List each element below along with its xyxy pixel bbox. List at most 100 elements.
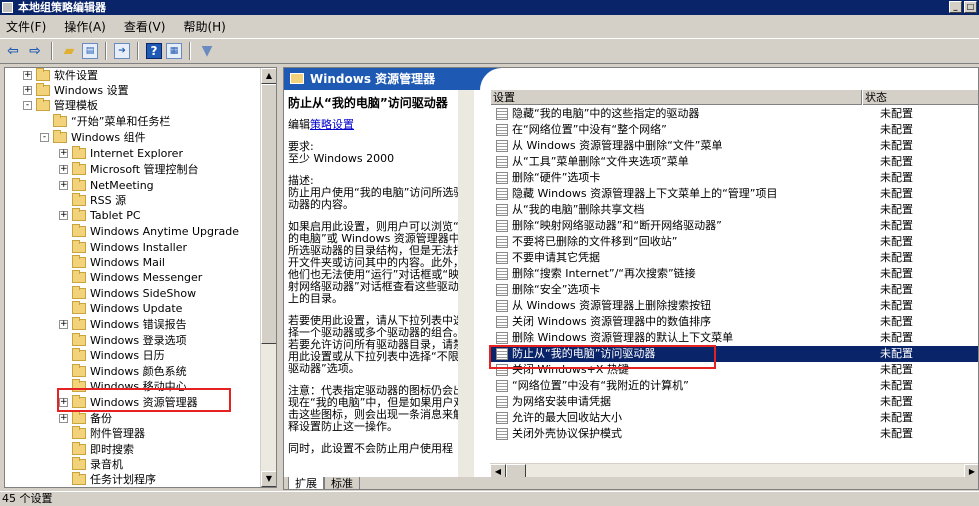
list-item[interactable]: 在“网络位置”中没有“整个网络” 未配置	[490, 122, 978, 138]
list-item[interactable]: 从 Windows 资源管理器上删除搜索按钮 未配置	[490, 298, 978, 314]
show-hide-tree-icon[interactable]: ▤	[82, 43, 98, 59]
tree-item[interactable]: Windows SideShow	[59, 286, 196, 301]
details-title: Windows 资源管理器	[310, 72, 436, 86]
folder-icon	[72, 208, 86, 221]
policy-icon	[496, 140, 508, 152]
filter-icon[interactable]: ▼	[198, 42, 216, 60]
list-item[interactable]: 删除“映射网络驱动器”和“断开网络驱动器” 未配置	[490, 218, 978, 234]
column-state[interactable]: 状态	[862, 90, 978, 105]
help-icon[interactable]: ?	[146, 43, 162, 59]
maximize-button[interactable]: □	[964, 1, 977, 13]
list-item[interactable]: 删除“硬件”选项卡 未配置	[490, 170, 978, 186]
scroll-up-icon[interactable]: ▲	[261, 68, 276, 84]
list-item[interactable]: 不要将已删除的文件移到“回收站” 未配置	[490, 234, 978, 250]
navigation-tree[interactable]: + 软件设置 + Windows 设置 - 管理模板 “开始”菜单和任务栏 - Wind…	[4, 67, 277, 488]
up-folder-icon[interactable]: ▰	[60, 42, 78, 60]
tree-item[interactable]: + 备份	[59, 411, 112, 426]
tree-item[interactable]: + 软件设置	[23, 68, 98, 83]
folder-icon	[72, 240, 86, 253]
tab-extended[interactable]: 扩展	[288, 477, 324, 489]
policy-icon	[496, 268, 508, 280]
column-setting[interactable]: 设置	[490, 90, 862, 105]
back-icon[interactable]: ⇦	[4, 42, 22, 60]
policy-icon	[496, 428, 508, 440]
tree-item[interactable]: Windows 颜色系统	[59, 364, 187, 379]
list-item[interactable]: 从“我的电脑”删除共享文档 未配置	[490, 202, 978, 218]
scroll-thumb[interactable]	[261, 84, 276, 344]
folder-icon	[72, 472, 86, 485]
collapse-icon[interactable]: -	[40, 133, 49, 142]
menu-view[interactable]: 查看(V)	[124, 18, 166, 35]
toolbar: ⇦ ⇨ ▰ ▤ ➔ ? ▦ ▼	[0, 38, 979, 64]
collapse-icon[interactable]: -	[23, 101, 32, 110]
tree-item[interactable]: + Microsoft 管理控制台	[59, 162, 199, 177]
policy-icon	[496, 156, 508, 168]
list-item[interactable]: 为网络安装申请凭据 未配置	[490, 394, 978, 410]
expand-icon[interactable]: +	[59, 149, 68, 158]
minimize-button[interactable]: _	[949, 1, 962, 13]
expand-icon[interactable]: +	[59, 165, 68, 174]
tree-item[interactable]: + Windows 错误报告	[59, 317, 187, 332]
requirements: 要求: 至少 Windows 2000	[288, 140, 395, 165]
menu-help[interactable]: 帮助(H)	[183, 18, 225, 35]
tree-item[interactable]: Windows 登录选项	[59, 333, 187, 348]
list-item[interactable]: “网络位置”中没有“我附近的计算机” 未配置	[490, 378, 978, 394]
list-item[interactable]: 删除“搜索 Internet”/“再次搜索”链接 未配置	[490, 266, 978, 282]
tree-item[interactable]: + Tablet PC	[59, 208, 141, 223]
tree-item[interactable]: 录音机	[59, 457, 123, 472]
description-scrollbar[interactable]	[458, 90, 474, 478]
view-tabs: 扩展 标准	[284, 477, 978, 489]
scroll-down-icon[interactable]: ▼	[261, 471, 276, 487]
edit-policy-link[interactable]: 策略设置	[310, 118, 354, 131]
tree-item[interactable]: + Windows 设置	[23, 83, 129, 98]
expand-icon[interactable]: +	[59, 414, 68, 423]
settings-list: 设置 状态 隐藏“我的电脑”中的这些指定的驱动器 未配置 在“网络位置”中没有“整…	[490, 90, 978, 463]
tree-item[interactable]: + Internet Explorer	[59, 146, 183, 161]
list-item[interactable]: 删除“安全”选项卡 未配置	[490, 282, 978, 298]
toolbar-separator	[189, 42, 191, 60]
policy-icon	[496, 396, 508, 408]
list-item[interactable]: 关闭外壳协议保护模式 未配置	[490, 426, 978, 442]
description-paragraph: 同时，此设置不会防止用户使用程	[288, 442, 453, 455]
list-item[interactable]: 不要申请其它凭据 未配置	[490, 250, 978, 266]
tree-item[interactable]: Windows Mail	[59, 255, 165, 270]
tree-item[interactable]: - 管理模板	[23, 98, 98, 113]
tree-scrollbar[interactable]: ▲ ▼	[260, 68, 276, 487]
tree-item[interactable]: 任务计划程序	[59, 472, 156, 487]
list-item[interactable]: 隐藏“我的电脑”中的这些指定的驱动器 未配置	[490, 106, 978, 122]
tab-standard[interactable]: 标准	[324, 477, 360, 489]
properties-icon[interactable]: ▦	[166, 43, 182, 59]
tree-item[interactable]: 附件管理器	[59, 426, 145, 441]
tree-item[interactable]: “开始”菜单和任务栏	[40, 114, 170, 129]
tree-item[interactable]: - Windows 组件	[40, 130, 146, 145]
description: 描述: 防止用户使用“我的电脑”访问所选驱动器的内容。	[288, 174, 465, 211]
expand-icon[interactable]: +	[59, 211, 68, 220]
details-header: Windows 资源管理器	[284, 68, 978, 90]
highlight-box	[489, 345, 716, 369]
list-item[interactable]: 从“工具”菜单删除“文件夹选项”菜单 未配置	[490, 154, 978, 170]
tree-item[interactable]: RSS 源	[59, 193, 126, 208]
menu-action[interactable]: 操作(A)	[64, 18, 106, 35]
extended-description: 防止从“我的电脑”访问驱动器 编辑策略设置 要求: 至少 Windows 2000…	[284, 90, 474, 478]
list-item[interactable]: 关闭 Windows 资源管理器中的数值排序 未配置	[490, 314, 978, 330]
folder-icon	[36, 68, 50, 81]
tree-item[interactable]: Windows 日历	[59, 348, 165, 363]
folder-icon	[72, 364, 86, 377]
list-item[interactable]: 允许的最大回收站大小 未配置	[490, 410, 978, 426]
forward-icon[interactable]: ⇨	[26, 42, 44, 60]
expand-icon[interactable]: +	[23, 71, 32, 80]
tree-item[interactable]: Windows Anytime Upgrade	[59, 224, 239, 239]
tree-item[interactable]: Windows Update	[59, 301, 182, 316]
menu-file[interactable]: 文件(F)	[6, 18, 46, 35]
expand-icon[interactable]: +	[59, 320, 68, 329]
tree-item[interactable]: 即时搜索	[59, 442, 134, 457]
expand-icon[interactable]: +	[59, 181, 68, 190]
tree-item[interactable]: + NetMeeting	[59, 178, 154, 193]
expand-icon[interactable]: +	[23, 86, 32, 95]
tree-item[interactable]: Windows Installer	[59, 240, 187, 255]
list-item[interactable]: 隐藏 Windows 资源管理器上下文菜单上的“管理”项目 未配置	[490, 186, 978, 202]
list-item[interactable]: 删除 Windows 资源管理器的默认上下文菜单 未配置	[490, 330, 978, 346]
export-list-icon[interactable]: ➔	[114, 43, 130, 59]
list-item[interactable]: 从 Windows 资源管理器中删除“文件”菜单 未配置	[490, 138, 978, 154]
tree-item[interactable]: Windows Messenger	[59, 270, 202, 285]
